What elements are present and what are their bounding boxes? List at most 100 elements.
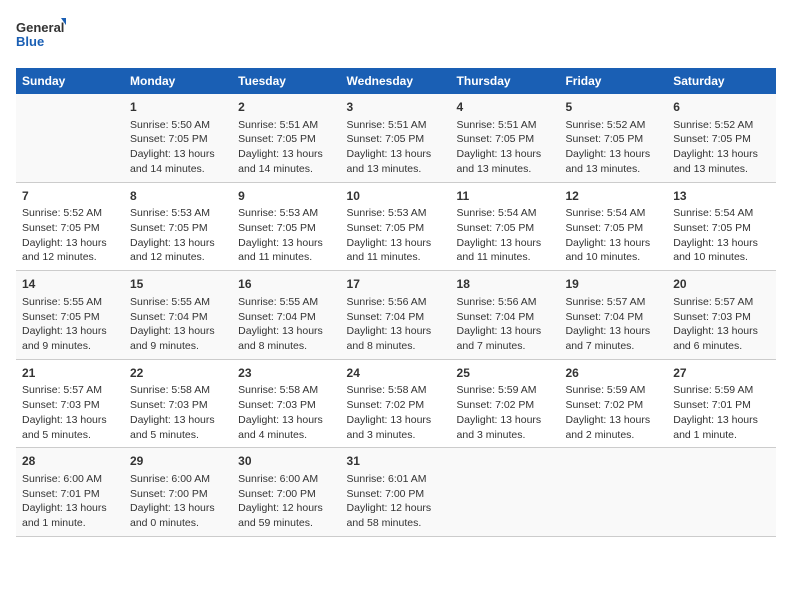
- col-header-monday: Monday: [124, 68, 232, 94]
- day-number: 24: [347, 365, 445, 382]
- day-number: 1: [130, 99, 226, 116]
- day-number: 27: [673, 365, 770, 382]
- cell-sun-info: Sunrise: 5:51 AMSunset: 7:05 PMDaylight:…: [238, 118, 334, 177]
- calendar-cell: [667, 448, 776, 537]
- day-number: 10: [347, 188, 445, 205]
- cell-sun-info: Sunrise: 5:52 AMSunset: 7:05 PMDaylight:…: [22, 206, 118, 265]
- day-number: 5: [565, 99, 661, 116]
- day-number: 15: [130, 276, 226, 293]
- day-number: 20: [673, 276, 770, 293]
- cell-sun-info: Sunrise: 5:58 AMSunset: 7:02 PMDaylight:…: [347, 383, 445, 442]
- calendar-cell: 28 Sunrise: 6:00 AMSunset: 7:01 PMDayligh…: [16, 448, 124, 537]
- calendar-cell: [16, 94, 124, 182]
- logo-svg: General Blue: [16, 16, 66, 56]
- calendar-cell: 17 Sunrise: 5:56 AMSunset: 7:04 PMDayligh…: [341, 271, 451, 360]
- calendar-cell: 3 Sunrise: 5:51 AMSunset: 7:05 PMDaylight…: [341, 94, 451, 182]
- cell-sun-info: Sunrise: 5:57 AMSunset: 7:03 PMDaylight:…: [22, 383, 118, 442]
- cell-sun-info: Sunrise: 5:54 AMSunset: 7:05 PMDaylight:…: [457, 206, 554, 265]
- day-number: 8: [130, 188, 226, 205]
- calendar-cell: 10Sunrise: 5:53 AMSunset: 7:05 PMDayligh…: [341, 182, 451, 271]
- calendar-cell: [451, 448, 560, 537]
- svg-text:General: General: [16, 20, 64, 35]
- calendar-cell: 24Sunrise: 5:58 AMSunset: 7:02 PMDayligh…: [341, 359, 451, 448]
- calendar-cell: 1 Sunrise: 5:50 AMSunset: 7:05 PMDaylight…: [124, 94, 232, 182]
- col-header-wednesday: Wednesday: [341, 68, 451, 94]
- cell-sun-info: Sunrise: 5:53 AMSunset: 7:05 PMDaylight:…: [238, 206, 334, 265]
- day-number: 14: [22, 276, 118, 293]
- calendar-week-row: 28 Sunrise: 6:00 AMSunset: 7:01 PMDayligh…: [16, 448, 776, 537]
- cell-sun-info: Sunrise: 5:58 AMSunset: 7:03 PMDaylight:…: [238, 383, 334, 442]
- cell-sun-info: Sunrise: 5:59 AMSunset: 7:02 PMDaylight:…: [565, 383, 661, 442]
- day-number: 26: [565, 365, 661, 382]
- calendar-header-row: SundayMondayTuesdayWednesdayThursdayFrid…: [16, 68, 776, 94]
- calendar-cell: 4 Sunrise: 5:51 AMSunset: 7:05 PMDaylight…: [451, 94, 560, 182]
- cell-sun-info: Sunrise: 5:56 AMSunset: 7:04 PMDaylight:…: [457, 295, 554, 354]
- cell-sun-info: Sunrise: 5:50 AMSunset: 7:05 PMDaylight:…: [130, 118, 226, 177]
- day-number: 21: [22, 365, 118, 382]
- col-header-friday: Friday: [559, 68, 667, 94]
- calendar-cell: 12Sunrise: 5:54 AMSunset: 7:05 PMDayligh…: [559, 182, 667, 271]
- calendar-cell: 25Sunrise: 5:59 AMSunset: 7:02 PMDayligh…: [451, 359, 560, 448]
- day-number: 7: [22, 188, 118, 205]
- calendar-cell: 26Sunrise: 5:59 AMSunset: 7:02 PMDayligh…: [559, 359, 667, 448]
- calendar-cell: 29 Sunrise: 6:00 AMSunset: 7:00 PMDayligh…: [124, 448, 232, 537]
- day-number: 25: [457, 365, 554, 382]
- calendar-table: SundayMondayTuesdayWednesdayThursdayFrid…: [16, 68, 776, 537]
- cell-sun-info: Sunrise: 5:57 AMSunset: 7:04 PMDaylight:…: [565, 295, 661, 354]
- calendar-cell: 7Sunrise: 5:52 AMSunset: 7:05 PMDaylight…: [16, 182, 124, 271]
- cell-sun-info: Sunrise: 5:52 AMSunset: 7:05 PMDaylight:…: [565, 118, 661, 177]
- cell-sun-info: Sunrise: 5:54 AMSunset: 7:05 PMDaylight:…: [565, 206, 661, 265]
- day-number: 9: [238, 188, 334, 205]
- cell-sun-info: Sunrise: 6:00 AMSunset: 7:00 PMDaylight:…: [130, 472, 226, 531]
- calendar-cell: 9Sunrise: 5:53 AMSunset: 7:05 PMDaylight…: [232, 182, 340, 271]
- calendar-cell: 21Sunrise: 5:57 AMSunset: 7:03 PMDayligh…: [16, 359, 124, 448]
- calendar-cell: 16 Sunrise: 5:55 AMSunset: 7:04 PMDayligh…: [232, 271, 340, 360]
- cell-sun-info: Sunrise: 5:51 AMSunset: 7:05 PMDaylight:…: [457, 118, 554, 177]
- day-number: 16: [238, 276, 334, 293]
- cell-sun-info: Sunrise: 6:00 AMSunset: 7:00 PMDaylight:…: [238, 472, 334, 531]
- cell-sun-info: Sunrise: 5:57 AMSunset: 7:03 PMDaylight:…: [673, 295, 770, 354]
- day-number: 22: [130, 365, 226, 382]
- col-header-saturday: Saturday: [667, 68, 776, 94]
- calendar-cell: 22Sunrise: 5:58 AMSunset: 7:03 PMDayligh…: [124, 359, 232, 448]
- col-header-sunday: Sunday: [16, 68, 124, 94]
- calendar-cell: [559, 448, 667, 537]
- calendar-week-row: 1 Sunrise: 5:50 AMSunset: 7:05 PMDaylight…: [16, 94, 776, 182]
- calendar-cell: 23Sunrise: 5:58 AMSunset: 7:03 PMDayligh…: [232, 359, 340, 448]
- cell-sun-info: Sunrise: 5:53 AMSunset: 7:05 PMDaylight:…: [347, 206, 445, 265]
- calendar-cell: 13Sunrise: 5:54 AMSunset: 7:05 PMDayligh…: [667, 182, 776, 271]
- cell-sun-info: Sunrise: 5:58 AMSunset: 7:03 PMDaylight:…: [130, 383, 226, 442]
- calendar-cell: 30Sunrise: 6:00 AMSunset: 7:00 PMDayligh…: [232, 448, 340, 537]
- day-number: 6: [673, 99, 770, 116]
- calendar-cell: 19Sunrise: 5:57 AMSunset: 7:04 PMDayligh…: [559, 271, 667, 360]
- day-number: 2: [238, 99, 334, 116]
- cell-sun-info: Sunrise: 6:00 AMSunset: 7:01 PMDaylight:…: [22, 472, 118, 531]
- cell-sun-info: Sunrise: 5:55 AMSunset: 7:04 PMDaylight:…: [238, 295, 334, 354]
- day-number: 4: [457, 99, 554, 116]
- cell-sun-info: Sunrise: 5:52 AMSunset: 7:05 PMDaylight:…: [673, 118, 770, 177]
- logo: General Blue: [16, 16, 66, 56]
- day-number: 17: [347, 276, 445, 293]
- calendar-cell: 11Sunrise: 5:54 AMSunset: 7:05 PMDayligh…: [451, 182, 560, 271]
- calendar-cell: 5 Sunrise: 5:52 AMSunset: 7:05 PMDaylight…: [559, 94, 667, 182]
- cell-sun-info: Sunrise: 5:53 AMSunset: 7:05 PMDaylight:…: [130, 206, 226, 265]
- cell-sun-info: Sunrise: 5:55 AMSunset: 7:04 PMDaylight:…: [130, 295, 226, 354]
- calendar-cell: 27Sunrise: 5:59 AMSunset: 7:01 PMDayligh…: [667, 359, 776, 448]
- calendar-cell: 2 Sunrise: 5:51 AMSunset: 7:05 PMDaylight…: [232, 94, 340, 182]
- day-number: 12: [565, 188, 661, 205]
- cell-sun-info: Sunrise: 5:59 AMSunset: 7:01 PMDaylight:…: [673, 383, 770, 442]
- cell-sun-info: Sunrise: 5:51 AMSunset: 7:05 PMDaylight:…: [347, 118, 445, 177]
- day-number: 29: [130, 453, 226, 470]
- day-number: 11: [457, 188, 554, 205]
- cell-sun-info: Sunrise: 6:01 AMSunset: 7:00 PMDaylight:…: [347, 472, 445, 531]
- col-header-tuesday: Tuesday: [232, 68, 340, 94]
- day-number: 3: [347, 99, 445, 116]
- cell-sun-info: Sunrise: 5:56 AMSunset: 7:04 PMDaylight:…: [347, 295, 445, 354]
- day-number: 28: [22, 453, 118, 470]
- calendar-cell: 14 Sunrise: 5:55 AMSunset: 7:05 PMDayligh…: [16, 271, 124, 360]
- day-number: 23: [238, 365, 334, 382]
- cell-sun-info: Sunrise: 5:55 AMSunset: 7:05 PMDaylight:…: [22, 295, 118, 354]
- calendar-cell: 6 Sunrise: 5:52 AMSunset: 7:05 PMDaylight…: [667, 94, 776, 182]
- calendar-week-row: 21Sunrise: 5:57 AMSunset: 7:03 PMDayligh…: [16, 359, 776, 448]
- day-number: 13: [673, 188, 770, 205]
